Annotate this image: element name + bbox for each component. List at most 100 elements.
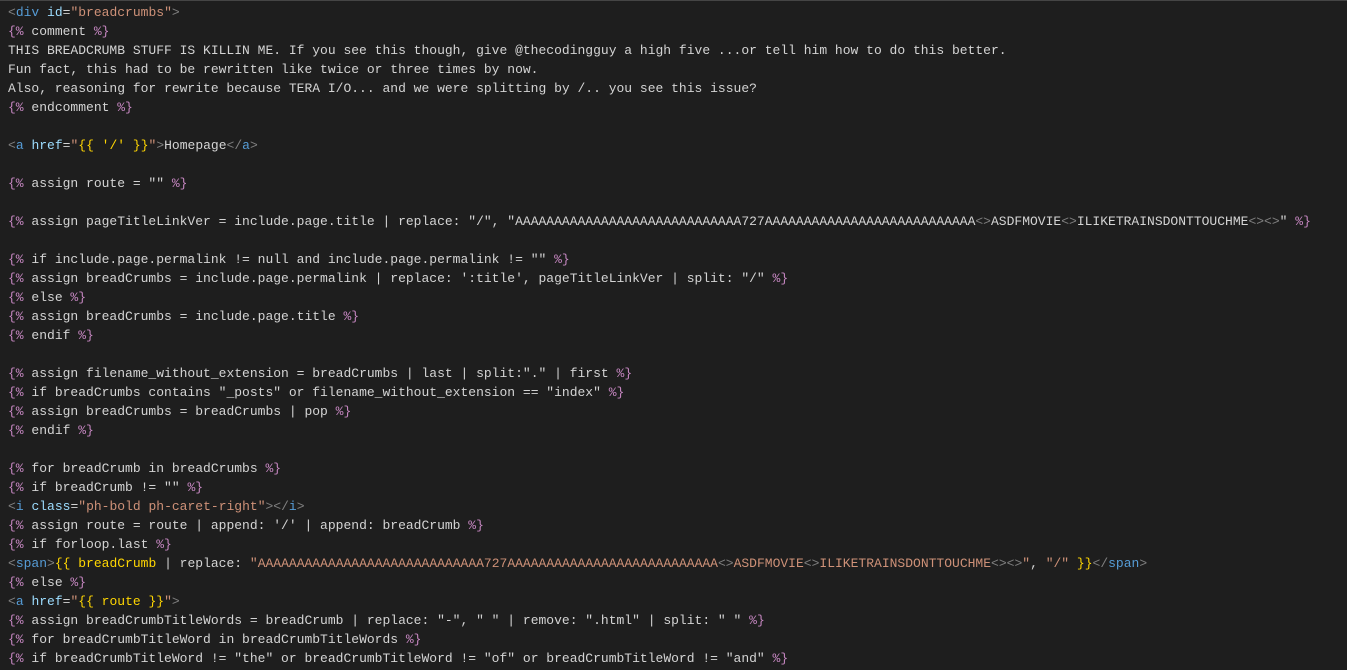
code-line[interactable]: {% comment %} xyxy=(8,22,1339,41)
code-token: "ph-bold ph-caret-right" xyxy=(78,499,265,514)
code-token: < xyxy=(8,499,16,514)
code-token: if include.page.permalink != null and in… xyxy=(24,252,555,267)
code-line[interactable]: {% assign pageTitleLinkVer = include.pag… xyxy=(8,212,1339,231)
code-token: | replace: xyxy=(156,556,250,571)
code-line[interactable] xyxy=(8,193,1339,212)
code-line[interactable]: {% for breadCrumb in breadCrumbs %} xyxy=(8,459,1339,478)
code-token: < xyxy=(8,138,16,153)
code-token: %} xyxy=(156,537,172,552)
code-token: %} xyxy=(117,100,133,115)
code-token: span xyxy=(1108,556,1139,571)
code-token xyxy=(1069,556,1077,571)
code-token: {% xyxy=(8,518,24,533)
code-line[interactable]: {% endif %} xyxy=(8,421,1339,440)
code-token: </ xyxy=(227,138,243,153)
code-token: %} xyxy=(468,518,484,533)
code-token: {% xyxy=(8,328,24,343)
code-token: {% xyxy=(8,575,24,590)
code-token: %} xyxy=(94,24,110,39)
code-line[interactable]: {% if breadCrumbs contains "_posts" or f… xyxy=(8,383,1339,402)
code-token: %} xyxy=(343,309,359,324)
code-line[interactable] xyxy=(8,117,1339,136)
code-token: THIS BREADCRUMB STUFF IS KILLIN ME. If y… xyxy=(8,43,1007,58)
code-line[interactable]: {% endcomment %} xyxy=(8,98,1339,117)
code-token: %} xyxy=(773,271,789,286)
code-token: %} xyxy=(78,328,94,343)
code-token: <><> xyxy=(991,556,1022,571)
code-token: < xyxy=(8,556,16,571)
code-token: %} xyxy=(1295,214,1311,229)
code-token: %} xyxy=(749,613,765,628)
code-line[interactable]: {% assign breadCrumbs = breadCrumbs | po… xyxy=(8,402,1339,421)
code-token: > xyxy=(1139,556,1147,571)
code-token: " xyxy=(164,594,172,609)
code-token: > xyxy=(156,138,164,153)
code-line[interactable] xyxy=(8,231,1339,250)
code-line[interactable]: {% for breadCrumbTitleWord in breadCrumb… xyxy=(8,630,1339,649)
code-token: "AAAAAAAAAAAAAAAAAAAAAAAAAAAAA727AAAAAAA… xyxy=(250,556,718,571)
code-line[interactable]: {% assign breadCrumbs = include.page.tit… xyxy=(8,307,1339,326)
code-token: "breadcrumbs" xyxy=(70,5,171,20)
code-line[interactable]: <i class="ph-bold ph-caret-right"></i> xyxy=(8,497,1339,516)
code-line[interactable]: Fun fact, this had to be rewritten like … xyxy=(8,60,1339,79)
code-token: %} xyxy=(617,366,633,381)
code-line[interactable]: {% if breadCrumbTitleWord != "the" or br… xyxy=(8,649,1339,668)
code-token: Fun fact, this had to be rewritten like … xyxy=(8,62,539,77)
code-token: %} xyxy=(70,290,86,305)
code-token: {% xyxy=(8,271,24,286)
code-editor[interactable]: <div id="breadcrumbs">{% comment %} THIS … xyxy=(0,0,1347,670)
code-token: , xyxy=(1030,556,1046,571)
code-token: {{ route }} xyxy=(78,594,164,609)
code-line[interactable]: {% assign breadCrumbTitleWords = breadCr… xyxy=(8,611,1339,630)
code-token: i xyxy=(289,499,297,514)
code-token: assign breadCrumbTitleWords = breadCrumb… xyxy=(24,613,750,628)
code-line[interactable]: {% if breadCrumb != "" %} xyxy=(8,478,1339,497)
code-token: %} xyxy=(187,480,203,495)
code-line[interactable]: {% else %} xyxy=(8,573,1339,592)
code-line[interactable]: Also, reasoning for rewrite because TERA… xyxy=(8,79,1339,98)
code-token: {% xyxy=(8,537,24,552)
code-line[interactable] xyxy=(8,345,1339,364)
code-token: {% xyxy=(8,24,24,39)
code-token: > xyxy=(172,5,180,20)
code-token: %} xyxy=(78,423,94,438)
code-token: {{ breadCrumb xyxy=(55,556,156,571)
code-token: {% xyxy=(8,632,24,647)
code-line[interactable]: <a href="{{ '/' }}">Homepage</a> xyxy=(8,136,1339,155)
code-line[interactable]: {% endif %} xyxy=(8,326,1339,345)
code-token: ></ xyxy=(266,499,289,514)
code-token: {% xyxy=(8,480,24,495)
code-line[interactable]: THIS BREADCRUMB STUFF IS KILLIN ME. If y… xyxy=(8,41,1339,60)
code-token: %} xyxy=(336,404,352,419)
code-line[interactable]: <div id="breadcrumbs"> xyxy=(8,3,1339,22)
code-line[interactable] xyxy=(8,155,1339,174)
code-token: href xyxy=(31,594,62,609)
code-line[interactable]: {% assign route = route | append: '/' | … xyxy=(8,516,1339,535)
code-line[interactable] xyxy=(8,440,1339,459)
code-line[interactable]: {% assign filename_without_extension = b… xyxy=(8,364,1339,383)
code-token: Also, reasoning for rewrite because TERA… xyxy=(8,81,757,96)
code-token: assign route = "" xyxy=(24,176,172,191)
code-token: " xyxy=(1280,214,1296,229)
code-token: assign filename_without_extension = brea… xyxy=(24,366,617,381)
code-token: %} xyxy=(554,252,570,267)
code-line[interactable]: {% assign route = "" %} xyxy=(8,174,1339,193)
code-token: href xyxy=(31,138,62,153)
code-line[interactable]: {% if include.page.permalink != null and… xyxy=(8,250,1339,269)
code-token: if forloop.last xyxy=(24,537,157,552)
code-token: endcomment xyxy=(24,100,118,115)
code-line[interactable]: <span>{{ breadCrumb | replace: "AAAAAAAA… xyxy=(8,554,1339,573)
code-token: > xyxy=(250,138,258,153)
code-token: </ xyxy=(1093,556,1109,571)
code-token: > xyxy=(47,556,55,571)
code-token: < xyxy=(8,5,16,20)
code-line[interactable]: <a href="{{ route }}"> xyxy=(8,592,1339,611)
code-token: {% xyxy=(8,214,24,229)
code-token: %} xyxy=(265,461,281,476)
code-line[interactable]: {% assign breadCrumbs = include.page.per… xyxy=(8,269,1339,288)
code-line[interactable]: {% if forloop.last %} xyxy=(8,535,1339,554)
code-line[interactable]: {% else %} xyxy=(8,288,1339,307)
code-token: endif xyxy=(24,328,79,343)
code-token: <> xyxy=(975,214,991,229)
code-token: div xyxy=(16,5,39,20)
